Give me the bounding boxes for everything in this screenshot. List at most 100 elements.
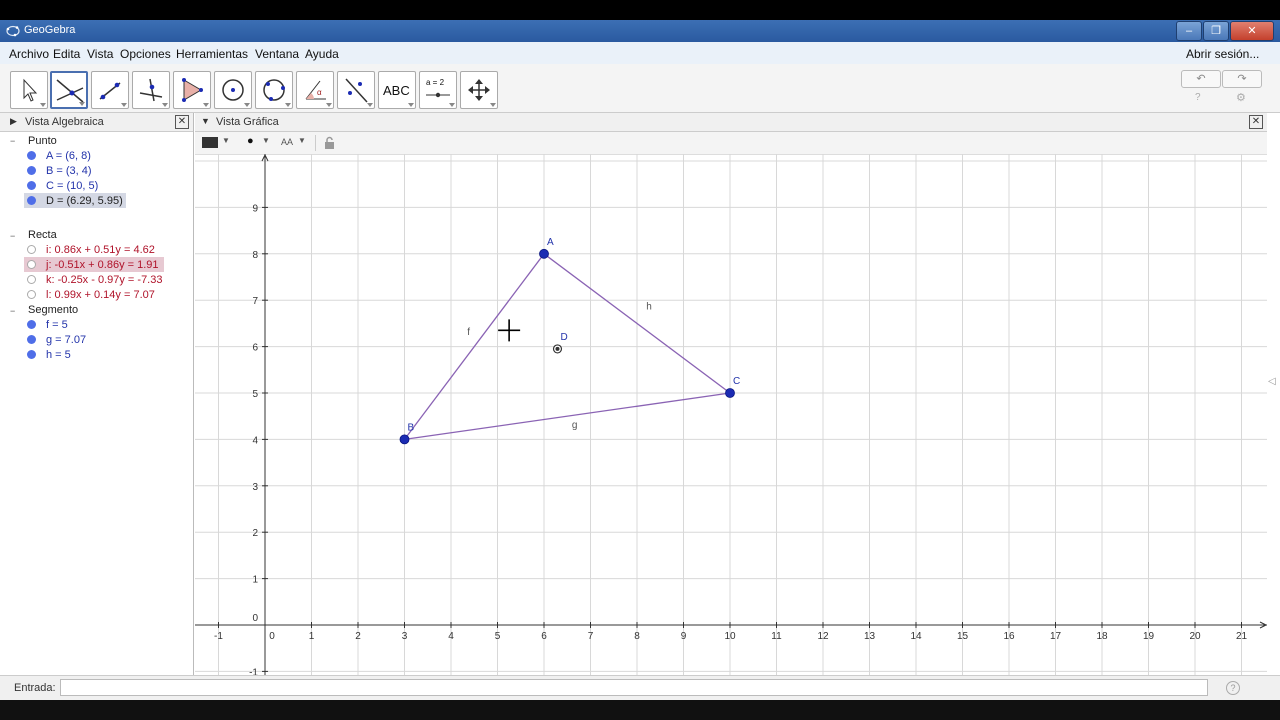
polygon-tool[interactable] xyxy=(173,71,211,109)
category-punto[interactable]: Punto xyxy=(28,135,57,147)
move-view-tool[interactable] xyxy=(460,71,498,109)
color-swatch[interactable] xyxy=(202,137,218,148)
close-window-button[interactable]: ✕ xyxy=(1230,21,1274,41)
menu-ayuda[interactable]: Ayuda xyxy=(305,47,339,61)
menu-vista[interactable]: Vista xyxy=(87,47,113,61)
menu-herramientas[interactable]: Herramientas xyxy=(176,47,248,61)
x-tick-label: 17 xyxy=(1050,631,1062,642)
menu-archivo[interactable]: Archivo xyxy=(9,47,49,61)
collapse-icon[interactable]: − xyxy=(10,306,15,316)
reflect-tool[interactable] xyxy=(337,71,375,109)
algebra-item-segment-h[interactable]: h = 5 xyxy=(46,349,71,361)
input-field[interactable] xyxy=(60,679,1208,696)
move-tool[interactable] xyxy=(10,71,48,109)
chevron-down-icon[interactable]: ▼ xyxy=(262,136,270,145)
close-icon[interactable]: ✕ xyxy=(1249,115,1263,129)
visibility-toggle[interactable] xyxy=(27,166,36,175)
chevron-down-icon[interactable]: ▼ xyxy=(222,136,230,145)
slider-icon xyxy=(426,92,450,98)
algebra-item-point-c[interactable]: C = (10, 5) xyxy=(46,180,98,192)
visibility-toggle[interactable] xyxy=(27,260,36,269)
point-label-c: C xyxy=(733,376,740,387)
segment-label-f: f xyxy=(467,327,470,338)
visibility-toggle[interactable] xyxy=(27,335,36,344)
algebra-item-point-d[interactable]: D = (6.29, 5.95) xyxy=(46,195,123,207)
visibility-toggle[interactable] xyxy=(27,320,36,329)
text-tool[interactable]: ABC xyxy=(378,71,416,109)
graphics-view-title: Vista Gráfica xyxy=(216,116,279,128)
redo-button[interactable]: ↷ xyxy=(1222,70,1262,88)
visibility-toggle[interactable] xyxy=(27,151,36,160)
undo-icon: ↶ xyxy=(1196,73,1206,85)
minimize-button[interactable]: – xyxy=(1176,21,1202,41)
visibility-toggle[interactable] xyxy=(27,245,36,254)
chevron-left-icon[interactable]: ◁ xyxy=(1268,376,1276,387)
point-label-a: A xyxy=(547,237,554,248)
x-tick-label: 9 xyxy=(681,631,687,642)
algebra-item-line-l[interactable]: l: 0.99x + 0.14y = 7.07 xyxy=(46,289,155,301)
collapse-icon[interactable]: − xyxy=(10,231,15,241)
help-icon[interactable]: ? xyxy=(1195,92,1201,103)
maximize-button[interactable]: ❐ xyxy=(1203,21,1229,41)
chevron-down-icon[interactable]: ▼ xyxy=(298,136,306,145)
circle-tool[interactable] xyxy=(214,71,252,109)
y-tick-label: 5 xyxy=(252,389,258,400)
algebra-item-segment-g[interactable]: g = 7.07 xyxy=(46,334,86,346)
expand-icon[interactable]: ▶ xyxy=(10,116,17,127)
toolbar: α ABC a = 2 ↶ ↷ ? ⚙ xyxy=(0,64,1280,113)
segment-label-g: g xyxy=(572,420,578,431)
visibility-toggle[interactable] xyxy=(27,181,36,190)
coordinate-plane[interactable]: -1 0 1 2 3 4 5 6 7 8 9 10 11 12 13 14 15 16 17 18 19 20 21-101… xyxy=(195,154,1267,675)
undo-button[interactable]: ↶ xyxy=(1181,70,1221,88)
y-tick-label: 2 xyxy=(252,528,258,539)
x-tick-label: 3 xyxy=(402,631,408,642)
y-tick-label: 3 xyxy=(252,482,258,493)
algebra-item-segment-f[interactable]: f = 5 xyxy=(46,319,68,331)
perpendicular-icon xyxy=(139,78,163,102)
visibility-toggle[interactable] xyxy=(27,275,36,284)
redo-icon: ↷ xyxy=(1237,73,1247,85)
circle-icon xyxy=(222,79,244,101)
login-link[interactable]: Abrir sesión... xyxy=(1186,47,1259,61)
algebra-item-point-a[interactable]: A = (6, 8) xyxy=(46,150,91,162)
y-tick-label: 6 xyxy=(252,343,258,354)
algebra-item-point-b[interactable]: B = (3, 4) xyxy=(46,165,92,177)
point-b xyxy=(399,434,410,445)
gear-icon[interactable]: ⚙ xyxy=(1236,91,1246,104)
point-style-icon[interactable]: ● xyxy=(247,135,254,147)
segment-label-h: h xyxy=(646,301,652,312)
algebra-item-line-j[interactable]: j: -0.51x + 0.86y = 1.91 xyxy=(46,259,159,271)
x-tick-label: 15 xyxy=(957,631,969,642)
x-tick-label: 13 xyxy=(864,631,876,642)
line-tool[interactable] xyxy=(91,71,129,109)
conic-tool[interactable] xyxy=(255,71,293,109)
intersect-tool[interactable] xyxy=(50,71,88,109)
category-segmento[interactable]: Segmento xyxy=(28,304,78,316)
algebra-item-line-i[interactable]: i: 0.86x + 0.51y = 4.62 xyxy=(46,244,155,256)
algebra-view: ▶ Vista Algebraica ✕ − Punto A = (6, 8) … xyxy=(0,113,194,675)
slider-tool[interactable]: a = 2 xyxy=(419,71,457,109)
collapse-icon[interactable]: ▼ xyxy=(201,116,210,126)
visibility-toggle[interactable] xyxy=(27,350,36,359)
lock-icon[interactable] xyxy=(324,136,336,150)
menu-edita[interactable]: Edita xyxy=(53,47,80,61)
menu-ventana[interactable]: Ventana xyxy=(255,47,299,61)
menu-opciones[interactable]: Opciones xyxy=(120,47,171,61)
close-icon[interactable]: ✕ xyxy=(175,115,189,129)
algebra-item-line-k[interactable]: k: -0.25x - 0.97y = -7.33 xyxy=(46,274,162,286)
perpendicular-tool[interactable] xyxy=(132,71,170,109)
visibility-toggle[interactable] xyxy=(27,196,36,205)
help-icon[interactable]: ? xyxy=(1226,681,1240,695)
font-size-label[interactable]: AA xyxy=(281,137,293,147)
geogebra-icon xyxy=(6,25,20,37)
line-icon xyxy=(99,82,121,100)
point-label-b: B xyxy=(408,422,415,433)
collapse-icon[interactable]: − xyxy=(10,136,15,146)
visibility-toggle[interactable] xyxy=(27,290,36,299)
y-tick-label: -1 xyxy=(249,667,258,675)
style-bar: ▼ ● ▼ AA ▼ xyxy=(195,132,1267,155)
geogebra-window: GeoGebra – ❐ ✕ Archivo Edita Vista Opcio… xyxy=(0,20,1280,701)
category-recta[interactable]: Recta xyxy=(28,229,57,241)
angle-tool[interactable]: α xyxy=(296,71,334,109)
divider xyxy=(315,135,316,151)
